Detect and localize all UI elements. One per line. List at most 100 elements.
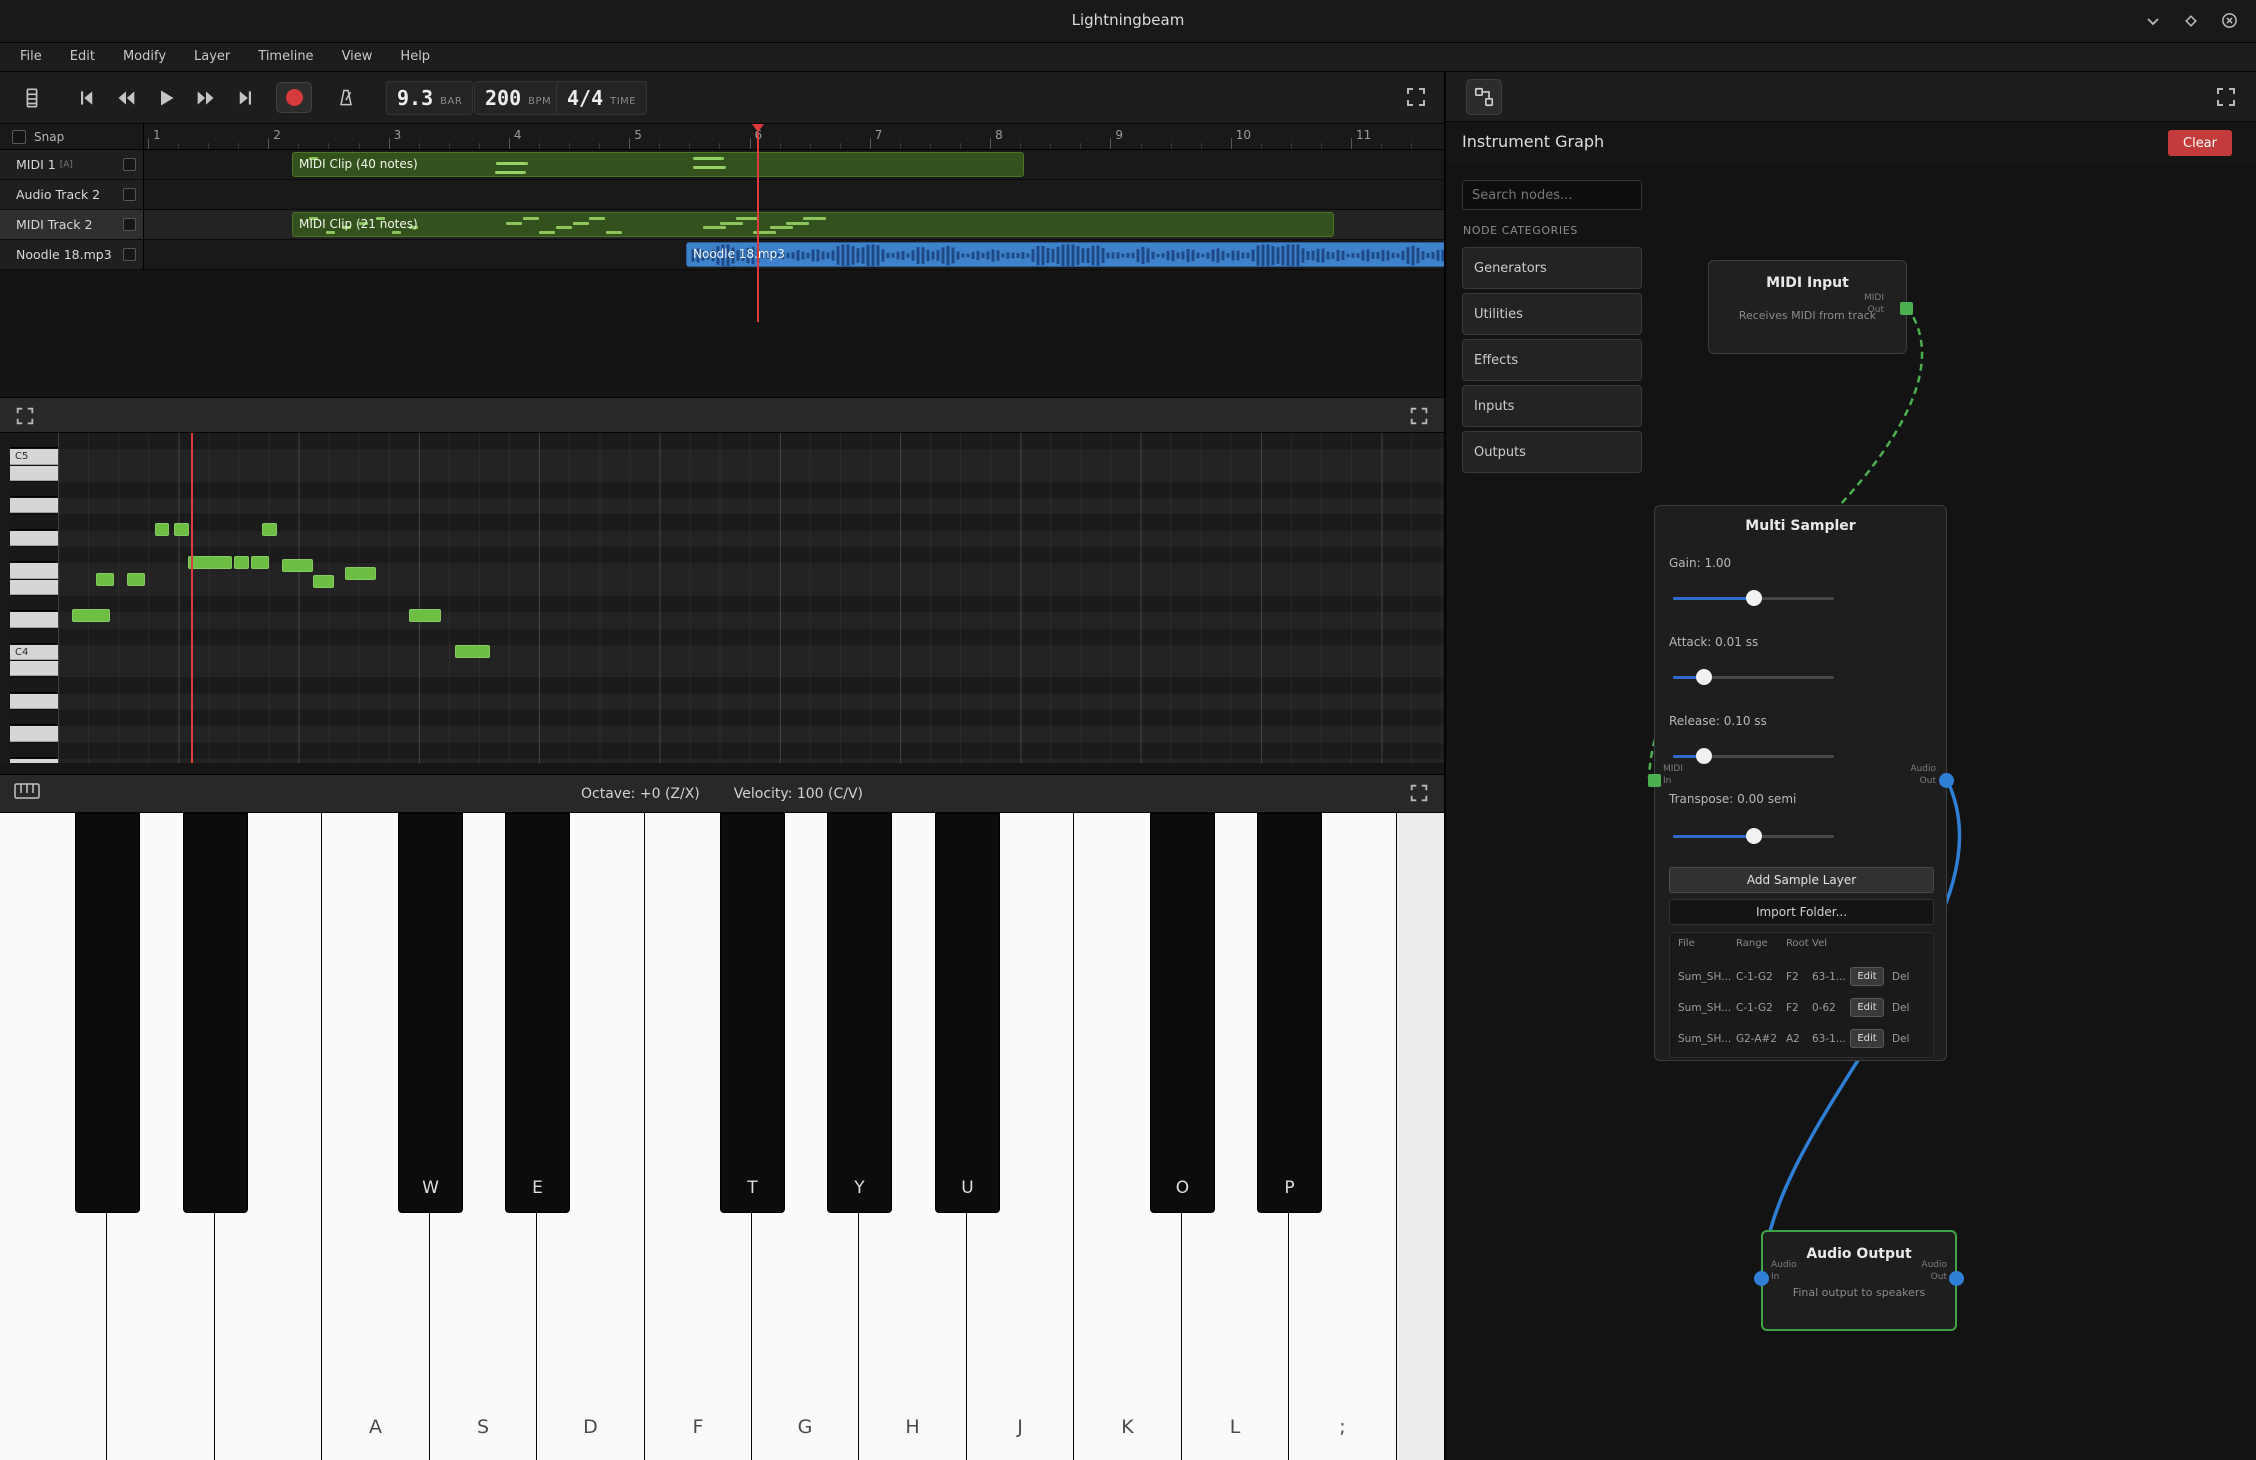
mini-key[interactable]: [10, 678, 58, 693]
delete-button[interactable]: Del: [1892, 1002, 1909, 1014]
mini-key[interactable]: [10, 531, 58, 546]
black-key[interactable]: [75, 813, 140, 1213]
maximize-icon[interactable]: [2183, 13, 2199, 29]
edit-button[interactable]: Edit: [1850, 967, 1884, 986]
piano-roll[interactable]: C5 C4: [0, 433, 1444, 763]
category-effects[interactable]: Effects: [1462, 339, 1642, 381]
black-key-u[interactable]: U: [935, 813, 1000, 1213]
menu-layer[interactable]: Layer: [180, 43, 244, 71]
edit-button[interactable]: Edit: [1850, 1029, 1884, 1048]
close-icon[interactable]: [2221, 12, 2238, 29]
audio-out-port[interactable]: [1949, 1271, 1964, 1286]
midi-clip[interactable]: MIDI Clip (21 notes): [292, 212, 1334, 237]
param-slider[interactable]: [1673, 669, 1834, 685]
midi-note[interactable]: [174, 523, 189, 536]
track-lane[interactable]: MIDI Clip (21 notes): [144, 210, 1444, 240]
black-key-w[interactable]: W: [398, 813, 463, 1213]
minimize-icon[interactable]: [2145, 13, 2161, 29]
mini-key[interactable]: [10, 710, 58, 725]
timeline-playhead[interactable]: [757, 132, 759, 322]
category-outputs[interactable]: Outputs: [1462, 431, 1642, 473]
category-inputs[interactable]: Inputs: [1462, 385, 1642, 427]
node-midi-input[interactable]: MIDI Input Receives MIDI from track MIDI…: [1708, 260, 1907, 354]
play-button[interactable]: [150, 85, 182, 111]
timeline-ruler[interactable]: Snap 1234567891011: [0, 124, 1444, 150]
graph-canvas[interactable]: NODE CATEGORIES GeneratorsUtilitiesEffec…: [1446, 164, 2256, 1460]
midi-note[interactable]: [409, 609, 441, 622]
mini-key[interactable]: [10, 466, 58, 481]
menu-file[interactable]: File: [6, 43, 56, 71]
menu-modify[interactable]: Modify: [109, 43, 180, 71]
record-button[interactable]: [276, 82, 312, 113]
track-checkbox[interactable]: [123, 188, 136, 201]
mini-key[interactable]: [10, 563, 58, 578]
clear-button[interactable]: Clear: [2168, 130, 2232, 156]
track-header[interactable]: MIDI 1[A]: [0, 150, 144, 180]
node-graph-icon[interactable]: [1466, 79, 1502, 115]
midi-note[interactable]: [72, 609, 110, 622]
mini-key[interactable]: [10, 629, 58, 644]
menu-view[interactable]: View: [328, 43, 387, 71]
param-slider[interactable]: [1673, 748, 1834, 764]
black-key[interactable]: [183, 813, 248, 1213]
midi-note[interactable]: [282, 559, 313, 572]
menu-timeline[interactable]: Timeline: [244, 43, 327, 71]
mini-key[interactable]: [10, 759, 58, 763]
node-multi-sampler[interactable]: Multi Sampler MIDI In Audio Out Add Samp…: [1654, 505, 1947, 1061]
edit-button[interactable]: Edit: [1850, 998, 1884, 1017]
mini-key[interactable]: [10, 661, 58, 676]
track-lane[interactable]: [144, 180, 1444, 210]
midi-clip[interactable]: MIDI Clip (40 notes): [292, 152, 1024, 177]
fullscreen-icon[interactable]: [1408, 405, 1430, 431]
midi-note[interactable]: [262, 523, 277, 536]
menu-help[interactable]: Help: [386, 43, 444, 71]
black-key-p[interactable]: P: [1257, 813, 1322, 1213]
add-sample-layer-button[interactable]: Add Sample Layer: [1669, 867, 1934, 893]
mini-key[interactable]: C4: [10, 645, 58, 660]
mini-key[interactable]: [10, 726, 58, 741]
rewind-button[interactable]: [110, 85, 142, 111]
slider-knob[interactable]: [1696, 748, 1712, 764]
midi-note[interactable]: [345, 567, 376, 580]
delete-button[interactable]: Del: [1892, 1033, 1909, 1045]
track-header[interactable]: Noodle 18.mp3: [0, 240, 144, 270]
audio-in-port[interactable]: [1754, 1271, 1769, 1286]
mini-key[interactable]: [10, 498, 58, 513]
black-key-e[interactable]: E: [505, 813, 570, 1213]
midi-note[interactable]: [313, 575, 334, 588]
snap-checkbox[interactable]: [12, 130, 26, 144]
slider-knob[interactable]: [1746, 828, 1762, 844]
track-header[interactable]: Audio Track 2: [0, 180, 144, 210]
midi-note[interactable]: [127, 573, 145, 586]
mini-key[interactable]: [10, 743, 58, 758]
param-slider[interactable]: [1673, 828, 1834, 844]
midi-in-port[interactable]: [1648, 774, 1661, 787]
fast-forward-button[interactable]: [190, 85, 222, 111]
track-checkbox[interactable]: [123, 248, 136, 261]
metronome-button[interactable]: [330, 85, 362, 111]
track-checkbox[interactable]: [123, 218, 136, 231]
fullscreen-icon[interactable]: [1404, 85, 1428, 113]
midi-note[interactable]: [188, 556, 232, 569]
import-folder-button[interactable]: Import Folder...: [1669, 899, 1934, 925]
time-signature-display[interactable]: 4/4 TIME: [556, 81, 647, 115]
black-key-y[interactable]: Y: [827, 813, 892, 1213]
mini-key[interactable]: [10, 433, 58, 448]
midi-note[interactable]: [234, 556, 249, 569]
slider-knob[interactable]: [1746, 590, 1762, 606]
mini-key[interactable]: [10, 482, 58, 497]
black-key-t[interactable]: T: [720, 813, 785, 1213]
node-audio-output[interactable]: Audio Output Final output to speakers Au…: [1761, 1230, 1957, 1331]
track-checkbox[interactable]: [123, 158, 136, 171]
mini-key[interactable]: C5: [10, 449, 58, 464]
track-lane[interactable]: MIDI Clip (40 notes): [144, 150, 1444, 180]
black-key-o[interactable]: O: [1150, 813, 1215, 1213]
midi-note[interactable]: [155, 523, 169, 536]
mini-key[interactable]: [10, 547, 58, 562]
bpm-display[interactable]: 200 BPM: [474, 81, 562, 115]
menu-edit[interactable]: Edit: [56, 43, 109, 71]
midi-out-port[interactable]: [1900, 302, 1913, 315]
track-header[interactable]: MIDI Track 2: [0, 210, 144, 240]
mini-key[interactable]: [10, 612, 58, 627]
mini-key[interactable]: [10, 580, 58, 595]
